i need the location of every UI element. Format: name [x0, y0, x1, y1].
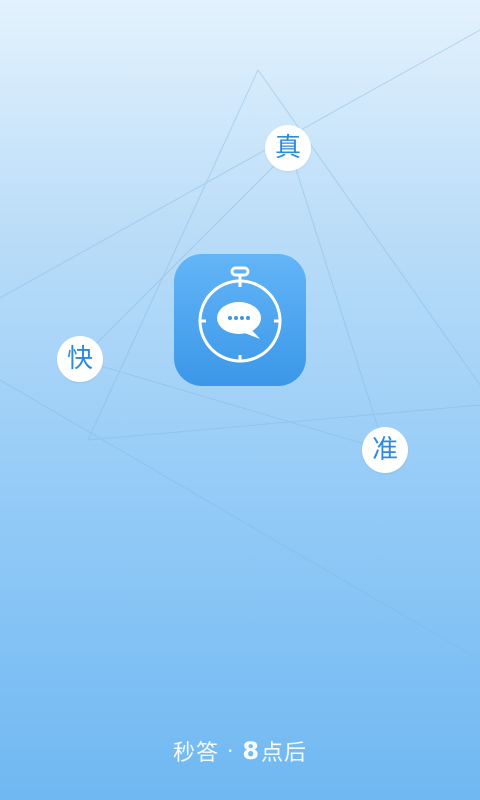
separator-dot: ·: [226, 739, 235, 763]
footer-branding: 秒答 · 8 点后: [0, 736, 480, 766]
app-logo: [174, 254, 306, 386]
app-name: 秒答: [172, 741, 219, 766]
bubble-kuai: 快: [57, 336, 103, 382]
background-lines: [0, 29, 480, 661]
bubble-zhun: 准: [362, 427, 408, 473]
stopwatch-chat-icon: [198, 266, 282, 363]
partner-text: 点后: [261, 741, 308, 766]
partner-logo: 8 点后: [242, 735, 307, 767]
bubble-zhen: 真: [265, 125, 311, 171]
partner-number: 8: [242, 737, 261, 765]
